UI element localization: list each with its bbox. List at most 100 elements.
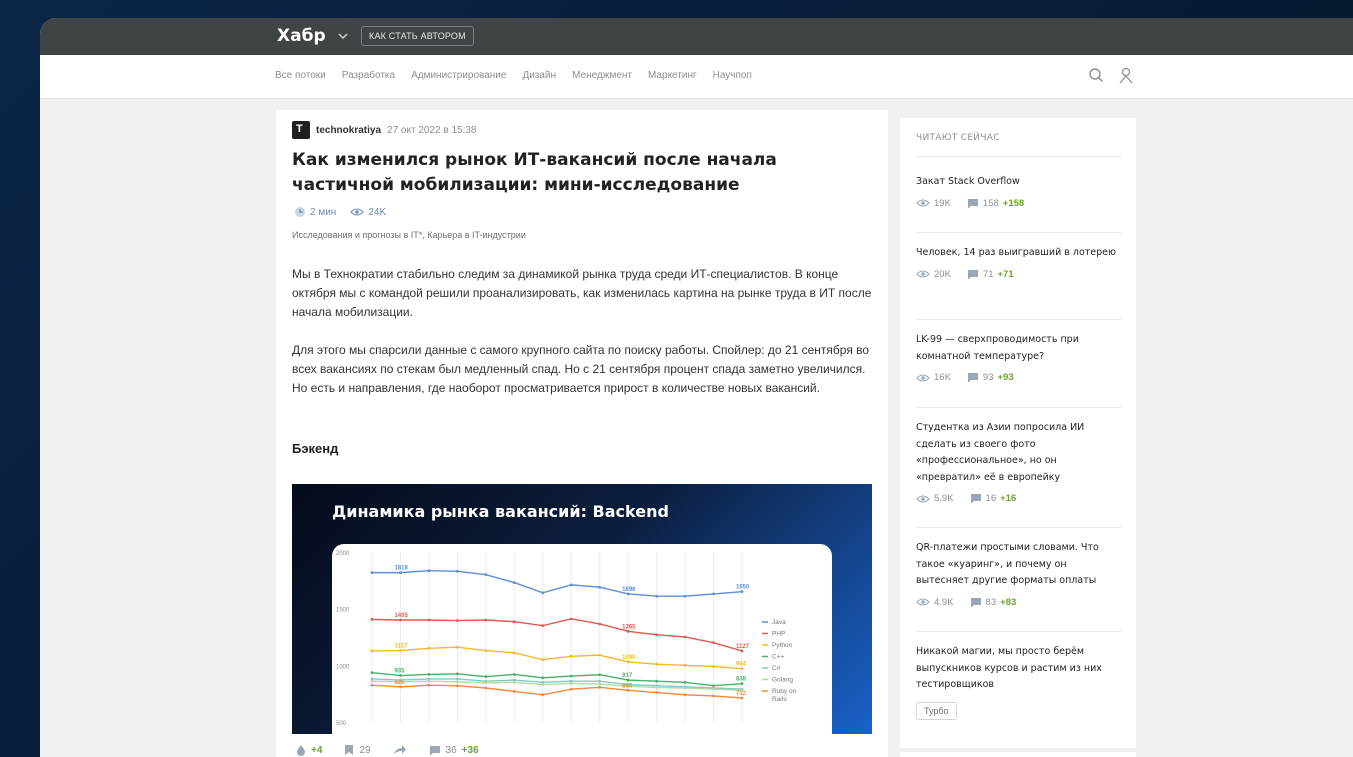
data-point — [740, 667, 744, 671]
author-avatar[interactable]: T — [292, 121, 310, 139]
sidebar-next-block — [900, 752, 1136, 757]
data-point — [683, 693, 687, 697]
legend-label: Ruby on — [772, 688, 797, 695]
sidebar-post: QR-платежи простыми словами. Что такое «… — [916, 540, 1120, 608]
site-logo[interactable]: Хабр — [277, 26, 326, 46]
post-comments[interactable]: 83 +83 — [970, 597, 1016, 608]
data-point — [712, 665, 715, 668]
data-label: 1405 — [394, 613, 408, 619]
views-count: 24K — [350, 207, 386, 218]
post-tag[interactable]: Турбо — [916, 702, 957, 720]
eye-icon — [916, 598, 930, 606]
post-views-value: 4.9K — [934, 596, 954, 608]
nav-link-management[interactable]: Менеджмент — [572, 70, 632, 81]
data-label: 1127 — [394, 644, 408, 650]
eye-icon — [916, 270, 930, 278]
nav-link-popsci[interactable]: Научпоп — [713, 70, 752, 81]
data-point — [740, 682, 744, 686]
data-label: 917 — [622, 673, 633, 679]
post-comments-new: +71 — [997, 268, 1014, 280]
nav-link-marketing[interactable]: Маркетинг — [648, 70, 697, 81]
data-label: 1696 — [622, 587, 636, 593]
data-point — [569, 617, 573, 621]
sidebar-post: Человек, 14 раз выигравший в лотерею 20K… — [916, 245, 1120, 280]
author-name[interactable]: technokratiya — [316, 125, 381, 136]
data-point — [626, 678, 630, 682]
data-point — [370, 649, 374, 653]
share[interactable] — [393, 745, 407, 755]
data-point — [399, 618, 402, 622]
data-point — [569, 583, 573, 587]
flows-menu: Все потоки Разработка Администрирование … — [275, 70, 752, 81]
data-label: 964 — [736, 662, 747, 668]
nav-link-all[interactable]: Все потоки — [275, 70, 326, 81]
article-stats-bar: +4 29 36 +36 — [296, 744, 479, 756]
bookmark-icon — [345, 745, 354, 755]
sidebar-post-title[interactable]: Студентка из Азии попросила ИИ сделать и… — [916, 420, 1120, 486]
post-comments[interactable]: 16 +16 — [970, 493, 1016, 504]
post-comments[interactable]: 71 +71 — [967, 269, 1014, 280]
y-tick-label: 500 — [336, 721, 347, 727]
read-time: 2 мин — [294, 206, 336, 218]
data-label: 806 — [622, 683, 633, 689]
data-point — [427, 618, 431, 622]
data-point — [712, 592, 715, 596]
rating[interactable]: +4 — [296, 744, 322, 756]
comment-icon — [970, 597, 981, 607]
data-point — [655, 691, 659, 694]
legend-label: Golang — [772, 677, 793, 684]
data-label: 1818 — [394, 566, 408, 572]
sidebar-post-title[interactable]: Закат Stack Overflow — [916, 174, 1120, 191]
data-point — [740, 696, 744, 700]
article-title[interactable]: Как изменился рынок ИТ-вакансий после на… — [292, 148, 852, 198]
data-point — [626, 660, 630, 664]
post-comments[interactable]: 93 +93 — [967, 372, 1014, 383]
data-point — [655, 686, 659, 689]
y-tick-label: 2000 — [336, 551, 350, 557]
data-point — [370, 683, 374, 687]
data-point — [455, 672, 459, 676]
sidebar-post: Никакой магии, мы просто берём выпускник… — [916, 644, 1120, 694]
comments[interactable]: 36 +36 — [429, 745, 479, 756]
data-point — [484, 573, 488, 577]
comment-icon — [429, 745, 440, 755]
data-point — [541, 591, 545, 595]
chart-title: Динамика рынка вакансий: Backend — [332, 502, 669, 521]
sidebar-post-title[interactable]: Никакой магии, мы просто берём выпускник… — [916, 644, 1120, 694]
post-comments[interactable]: 158 +158 — [967, 198, 1024, 209]
become-author-button[interactable]: КАК СТАТЬ АВТОРОМ — [361, 26, 474, 46]
user-icon[interactable] — [1118, 66, 1134, 84]
nav-link-admin[interactable]: Администрирование — [411, 70, 506, 81]
chevron-down-icon[interactable] — [337, 30, 349, 42]
divider — [916, 631, 1122, 632]
divider — [916, 232, 1122, 233]
nav-link-design[interactable]: Дизайн — [522, 70, 556, 81]
sidebar-post-title[interactable]: Человек, 14 раз выигравший в лотерею — [916, 245, 1120, 262]
search-icon[interactable] — [1088, 67, 1104, 83]
data-point — [598, 682, 602, 686]
flows-navbar: Все потоки Разработка Администрирование … — [40, 55, 1353, 99]
comment-icon — [970, 494, 981, 504]
y-tick-label: 1000 — [336, 664, 350, 670]
legend-label: Rails — [772, 696, 787, 703]
data-point — [683, 686, 687, 690]
nav-link-develop[interactable]: Разработка — [342, 70, 395, 81]
data-point — [399, 649, 402, 652]
post-views: 19K — [916, 198, 951, 209]
article-hubs[interactable]: Исследования и прогнозы в IT*, Карьера в… — [292, 230, 526, 240]
post-views-value: 20K — [934, 268, 951, 280]
post-views: 16K — [916, 372, 951, 383]
sidebar-post-title[interactable]: QR-платежи простыми словами. Что такое «… — [916, 540, 1120, 590]
data-point — [569, 687, 573, 691]
bookmarks[interactable]: 29 — [344, 744, 371, 756]
sidebar-post-title[interactable]: LK-99 — сверхпроводимость при комнатной … — [916, 332, 1120, 365]
data-point — [512, 690, 516, 693]
drop-icon — [297, 745, 305, 756]
section-heading: Бэкенд — [292, 441, 339, 456]
data-label: 838 — [736, 677, 747, 683]
comment-icon — [967, 269, 978, 279]
sidebar-heading: ЧИТАЮТ СЕЙЧАС — [916, 133, 1000, 143]
data-point — [427, 683, 431, 687]
data-point — [370, 671, 374, 675]
data-point — [626, 592, 630, 596]
